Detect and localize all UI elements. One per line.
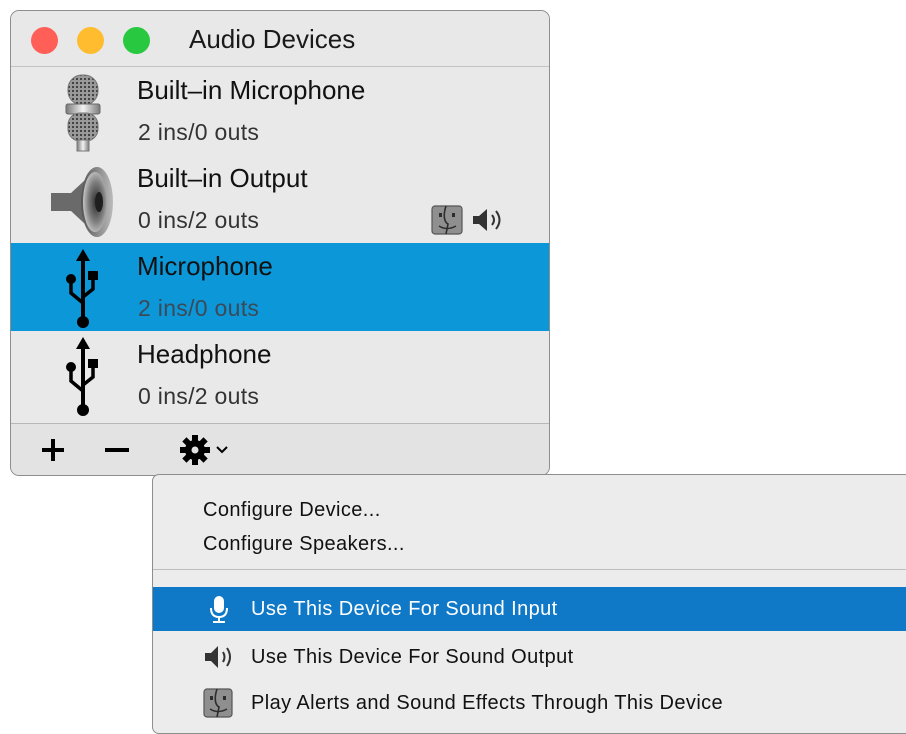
device-row-microphone[interactable]: Microphone 2 ins/0 outs <box>11 243 549 331</box>
device-row-headphone[interactable]: Headphone 0 ins/2 outs <box>11 331 549 419</box>
device-io-count: 0 ins/2 outs <box>138 383 260 409</box>
finder-icon <box>203 688 233 718</box>
menu-item-use-for-sound-input[interactable]: Use This Device For Sound Input <box>153 587 906 631</box>
zoom-button[interactable] <box>123 27 150 54</box>
microphone-icon <box>210 596 228 623</box>
menu-item-label: Configure Device... <box>203 499 381 521</box>
speaker-volume-icon <box>205 646 231 668</box>
usb-icon <box>66 249 98 328</box>
bottom-toolbar <box>11 423 549 475</box>
device-io-count: 0 ins/2 outs <box>138 207 260 233</box>
menu-item-label: Use This Device For Sound Output <box>251 646 574 668</box>
microphone-icon <box>65 74 101 152</box>
speaker-volume-icon <box>473 209 501 231</box>
plus-icon <box>42 438 64 461</box>
close-button[interactable] <box>31 27 58 54</box>
gear-icon <box>180 434 210 465</box>
device-role-badges <box>431 201 511 237</box>
title-bar[interactable]: Audio Devices <box>11 11 549 67</box>
menu-separator <box>153 569 906 570</box>
speaker-icon <box>51 167 113 237</box>
minimize-button[interactable] <box>77 27 104 54</box>
device-name: Microphone <box>137 251 273 281</box>
minus-icon <box>105 447 129 452</box>
device-io-count: 2 ins/0 outs <box>138 119 260 145</box>
chevron-down-icon <box>216 445 228 453</box>
audio-devices-window: Audio Devices Built–in Microphone 2 ins/… <box>10 10 550 476</box>
device-actions-button[interactable] <box>169 424 239 475</box>
menu-item-play-alerts-through-device[interactable]: Play Alerts and Sound Effects Through Th… <box>153 681 906 725</box>
menu-item-label: Configure Speakers... <box>203 533 405 555</box>
device-row-built-in-output[interactable]: Built–in Output 0 ins/2 outs <box>11 155 549 243</box>
remove-device-button[interactable] <box>97 424 137 475</box>
window-title: Audio Devices <box>189 24 356 54</box>
menu-item-label: Play Alerts and Sound Effects Through Th… <box>251 692 724 714</box>
usb-icon <box>66 337 98 416</box>
add-device-button[interactable] <box>33 424 73 475</box>
finder-icon <box>431 205 463 235</box>
device-actions-menu: Configure Device... Configure Speakers..… <box>152 474 906 734</box>
menu-item-use-for-sound-output[interactable]: Use This Device For Sound Output <box>153 635 906 679</box>
device-name: Built–in Microphone <box>137 75 366 105</box>
device-list[interactable]: Built–in Microphone 2 ins/0 outs Built–i… <box>11 67 549 425</box>
device-name: Built–in Output <box>137 163 308 193</box>
menu-item-label: Use This Device For Sound Input <box>251 598 558 620</box>
device-io-count: 2 ins/0 outs <box>138 295 260 321</box>
menu-item-configure-speakers[interactable]: Configure Speakers... <box>153 522 906 566</box>
device-row-built-in-microphone[interactable]: Built–in Microphone 2 ins/0 outs <box>11 67 549 155</box>
device-name: Headphone <box>137 339 272 369</box>
